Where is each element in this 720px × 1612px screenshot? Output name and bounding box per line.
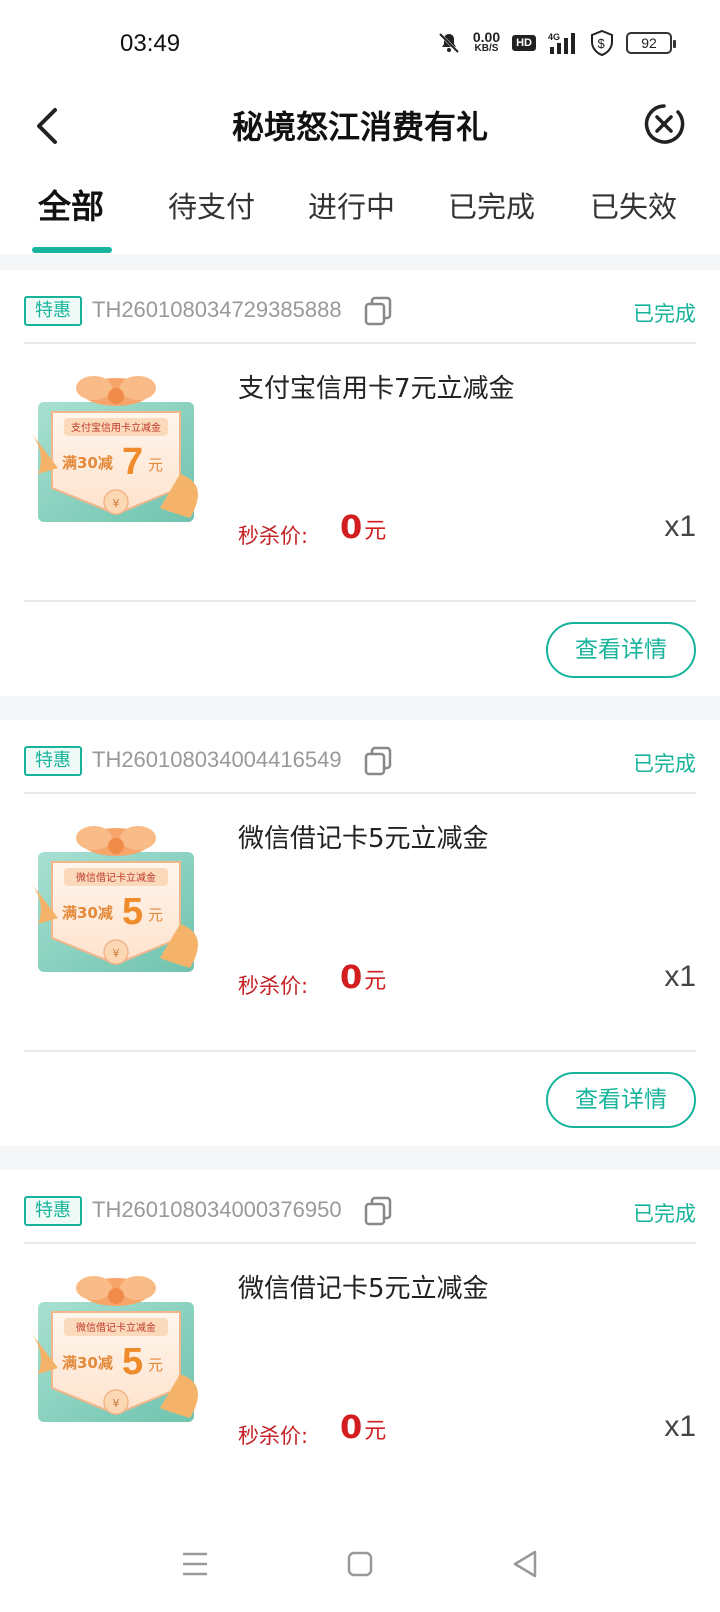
page-title: 秘境怒江消费有礼 [231, 108, 488, 146]
battery-indicator: 92 [626, 32, 676, 54]
tab-pending-payment[interactable]: 待支付 [168, 184, 255, 226]
price-value: 0元 [340, 508, 387, 546]
svg-text:4G: 4G [548, 32, 560, 42]
net-speed: 0.00 KB/S [472, 29, 501, 54]
status-time: 03:49 [120, 30, 181, 57]
order-header: 特惠 TH260108034004416549 已完成 [24, 720, 696, 794]
svg-text:元: 元 [148, 456, 163, 474]
coupon-image[interactable]: 微信借记卡立减金 满30减 5 元 ¥ [30, 1274, 210, 1424]
quantity: x1 [664, 510, 696, 543]
svg-text:$: $ [598, 36, 606, 51]
menu-icon[interactable] [175, 1544, 215, 1584]
order-tabs: 全部 待支付 进行中 已完成 已失效 [0, 162, 720, 254]
status-icons: 0.00 KB/S HD 4G $ 92 [437, 29, 676, 56]
copy-icon[interactable] [364, 746, 392, 776]
order-card: 特惠 TH260108034004416549 已完成 微信借记卡立减金 满30… [0, 720, 720, 1146]
svg-text:支付宝信用卡立减金: 支付宝信用卡立减金 [71, 421, 161, 434]
tab-all[interactable]: 全部 [38, 180, 104, 228]
svg-text:¥: ¥ [113, 497, 120, 510]
price-value: 0元 [340, 1408, 387, 1446]
order-number: TH260108034729385888 [92, 297, 342, 322]
close-circle-icon [644, 104, 685, 144]
copy-icon[interactable] [364, 296, 392, 326]
order-number: TH260108034000376950 [92, 1197, 342, 1222]
price-label: 秒杀价: [238, 974, 309, 998]
svg-text:¥: ¥ [113, 947, 120, 960]
price-label: 秒杀价: [238, 524, 309, 548]
order-card: 特惠 TH260108034000376950 已完成 微信借记卡立减金 满30… [0, 1170, 720, 1526]
shield-dollar-icon: $ [591, 30, 613, 56]
svg-text:5: 5 [122, 1341, 143, 1383]
svg-text:元: 元 [148, 1356, 163, 1374]
view-details-button[interactable]: 查看详情 [546, 1072, 696, 1128]
divider [24, 1050, 696, 1052]
price-value: 0元 [340, 958, 387, 996]
quantity: x1 [664, 1410, 696, 1443]
order-number: TH260108034004416549 [92, 747, 342, 772]
close-button[interactable] [642, 102, 686, 146]
svg-text:7: 7 [122, 441, 143, 483]
coupon-image[interactable]: 微信借记卡立减金 满30减 5 元 ¥ [30, 824, 210, 974]
svg-text:¥: ¥ [113, 1397, 120, 1410]
product-name[interactable]: 微信借记卡5元立减金 [238, 1268, 489, 1305]
nav-bar: 秘境怒江消费有礼 [0, 90, 720, 162]
bell-muted-icon [438, 32, 459, 54]
special-tag: 特惠 [24, 296, 82, 326]
order-status: 已完成 [633, 752, 696, 776]
view-details-button[interactable]: 查看详情 [546, 622, 696, 678]
order-status: 已完成 [633, 1202, 696, 1226]
active-tab-indicator [32, 247, 112, 253]
special-tag: 特惠 [24, 1196, 82, 1226]
order-status: 已完成 [633, 302, 696, 326]
signal-icon: 4G [548, 32, 575, 54]
product-name[interactable]: 微信借记卡5元立减金 [238, 818, 489, 855]
quantity: x1 [664, 960, 696, 993]
status-bar: 03:49 0.00 KB/S HD 4G $ 92 [0, 0, 720, 90]
order-header: 特惠 TH260108034000376950 已完成 [24, 1170, 696, 1244]
product-name[interactable]: 支付宝信用卡7元立减金 [238, 368, 515, 405]
svg-text:满30减: 满30减 [62, 454, 113, 472]
home-icon[interactable] [340, 1544, 380, 1584]
tab-in-progress[interactable]: 进行中 [308, 184, 395, 226]
tab-expired[interactable]: 已失效 [590, 184, 677, 226]
svg-text:5: 5 [122, 891, 143, 933]
svg-text:微信借记卡立减金: 微信借记卡立减金 [76, 1321, 156, 1334]
svg-text:元: 元 [148, 906, 163, 924]
svg-text:满30减: 满30减 [62, 1354, 113, 1372]
back-triangle-icon[interactable] [505, 1544, 545, 1584]
order-card: 特惠 TH260108034729385888 已完成 支付宝信用卡立减金 满3… [0, 270, 720, 696]
copy-icon[interactable] [364, 1196, 392, 1226]
tab-completed[interactable]: 已完成 [448, 184, 535, 226]
special-tag: 特惠 [24, 746, 82, 776]
svg-text:微信借记卡立减金: 微信借记卡立减金 [76, 871, 156, 884]
svg-text:满30减: 满30减 [62, 904, 113, 922]
coupon-image[interactable]: 支付宝信用卡立减金 满30减 7 元 ¥ [30, 374, 210, 524]
divider [24, 600, 696, 602]
price-label: 秒杀价: [238, 1424, 309, 1448]
system-nav-bar [0, 1526, 720, 1612]
hd-badge: HD [512, 35, 536, 51]
order-header: 特惠 TH260108034729385888 已完成 [24, 270, 696, 344]
